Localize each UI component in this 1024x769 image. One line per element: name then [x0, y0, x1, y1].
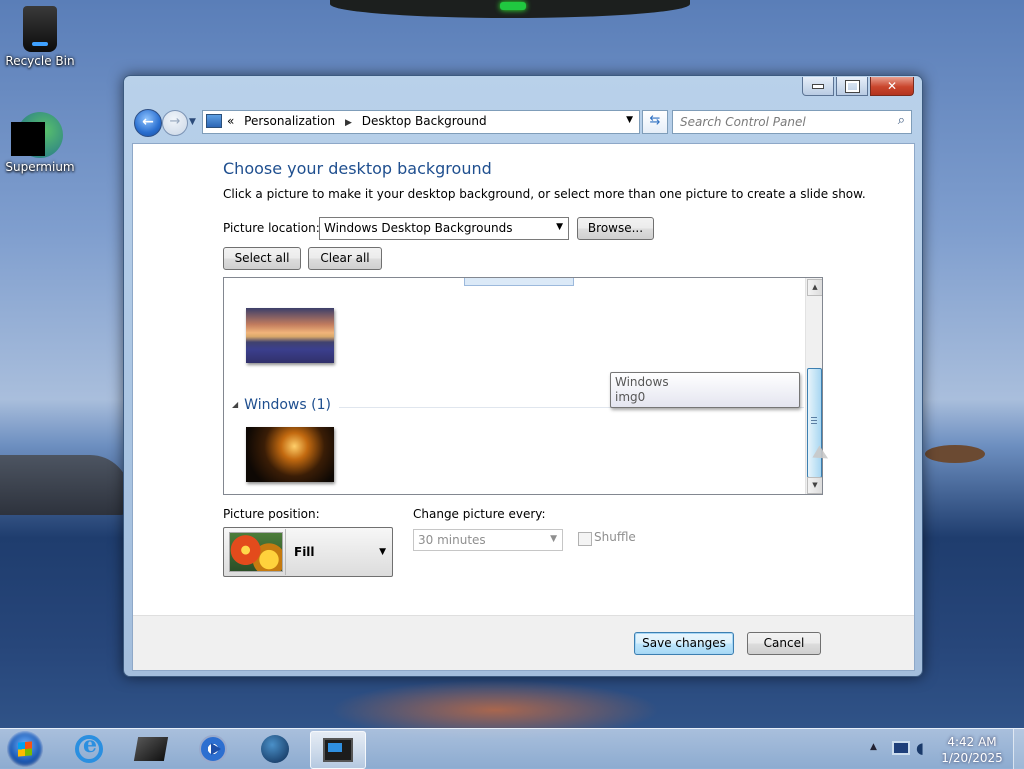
refresh-button[interactable]: ⇆: [642, 110, 668, 134]
desktop-background-window: ✕ ← → ▼ « Personalization ▶ Desktop Back…: [123, 75, 923, 677]
save-changes-button[interactable]: Save changes: [634, 632, 734, 655]
page-description: Click a picture to make it your desktop …: [223, 187, 866, 201]
close-icon: ✕: [886, 79, 898, 93]
network-icon[interactable]: [892, 741, 910, 755]
address-bar[interactable]: « Personalization ▶ Desktop Background ▼: [202, 110, 640, 134]
wallpaper-rocks-right: [925, 445, 985, 463]
search-box[interactable]: Search Control Panel ⌕: [672, 110, 912, 134]
scroll-down-icon[interactable]: ▼: [807, 477, 822, 494]
desktop-icon-label: Recycle Bin: [5, 54, 75, 68]
taskbar-app-internet-explorer[interactable]: [62, 731, 116, 767]
change-picture-label: Change picture every:: [413, 507, 546, 521]
gadget-led-indicator: [500, 2, 526, 10]
chevron-down-icon: ▼: [379, 547, 386, 557]
thumbnail-tooltip: Windows img0: [610, 372, 800, 408]
navigation-bar: ← → ▼ « Personalization ▶ Desktop Backgr…: [132, 107, 912, 137]
search-input[interactable]: Search Control Panel: [680, 115, 806, 129]
chevron-down-icon: ▼: [550, 534, 557, 544]
desktop-icon-recycle-bin[interactable]: Recycle Bin: [0, 6, 80, 68]
globe-app-icon: [261, 735, 289, 763]
change-picture-interval-select[interactable]: 30 minutes ▼: [413, 529, 563, 551]
select-all-button[interactable]: Select all: [223, 247, 301, 270]
search-icon[interactable]: ⌕: [898, 113, 905, 128]
change-picture-interval-value: 30 minutes: [418, 533, 486, 547]
collapse-triangle-icon[interactable]: ◢: [232, 400, 238, 409]
notification-area: ▲ ◖ 4:42 AM 1/20/2025: [868, 729, 1018, 769]
desktop-icon-label: Supermium: [5, 160, 75, 174]
picture-location-label: Picture location:: [223, 221, 320, 235]
show-hidden-icons-button[interactable]: ▲: [870, 742, 877, 752]
group-label: Windows (1): [244, 397, 331, 413]
picture-position-select[interactable]: Fill ▼: [223, 527, 393, 577]
scrollbar-grip-icon: [811, 417, 817, 425]
back-button[interactable]: ←: [134, 109, 162, 137]
group-header-windows[interactable]: ◢ Windows (1): [232, 397, 331, 413]
taskbar-app-display-active[interactable]: [310, 731, 366, 769]
shuffle-label: Shuffle: [594, 530, 636, 544]
taskbar-app-media-player[interactable]: [186, 731, 240, 767]
breadcrumb-overflow[interactable]: «: [227, 114, 234, 128]
cancel-button[interactable]: Cancel: [747, 632, 821, 655]
address-dropdown-icon[interactable]: ▼: [626, 115, 633, 125]
breadcrumb-personalization[interactable]: Personalization: [244, 114, 335, 128]
taskbar: ▲ ◖ 4:42 AM 1/20/2025: [0, 728, 1024, 769]
supermium-icon: [11, 112, 63, 158]
back-arrow-icon: ←: [142, 114, 154, 130]
recent-pages-dropdown-icon[interactable]: ▼: [189, 117, 196, 127]
picture-gallery[interactable]: ◢ Windows (1) Windows img0 ▲ ▼: [223, 277, 823, 495]
wallpaper-thumbnail-landscape[interactable]: [246, 308, 334, 363]
forward-button[interactable]: →: [162, 110, 188, 136]
command-footer: Save changes Cancel: [133, 616, 914, 670]
chevron-right-icon[interactable]: ▶: [345, 118, 352, 128]
desktop-icon-supermium[interactable]: Supermium: [0, 112, 80, 174]
content-pane: Choose your desktop background Click a p…: [132, 143, 915, 671]
desktop-gadget: [330, 0, 690, 18]
maximize-button[interactable]: [836, 77, 868, 96]
position-preview-image: [229, 529, 286, 575]
taskbar-app-dark-box[interactable]: [124, 731, 178, 767]
tooltip-line-1: Windows: [615, 375, 669, 389]
clock-time: 4:42 AM: [947, 735, 997, 749]
recycle-bin-icon: [23, 6, 57, 52]
start-button[interactable]: [7, 731, 43, 767]
wallpaper-thumbnail-img0[interactable]: [246, 427, 334, 482]
caption-buttons: ✕: [802, 77, 914, 96]
gallery-group-header-edge: [464, 278, 574, 286]
close-button[interactable]: ✕: [870, 77, 914, 96]
control-panel-icon: [206, 114, 222, 128]
show-desktop-button[interactable]: [1013, 729, 1024, 769]
breadcrumb-desktop-background[interactable]: Desktop Background: [362, 114, 487, 128]
display-app-icon: [323, 738, 353, 762]
volume-icon[interactable]: ◖: [916, 739, 924, 757]
clock-date: 1/20/2025: [941, 751, 1003, 765]
page-title: Choose your desktop background: [223, 159, 492, 178]
dark-box-app-icon: [133, 737, 169, 761]
system-clock[interactable]: 4:42 AM 1/20/2025: [940, 734, 1004, 766]
picture-position-label: Picture position:: [223, 507, 320, 521]
scroll-up-icon[interactable]: ▲: [807, 279, 822, 296]
wallpaper-rocks: [0, 455, 130, 515]
breadcrumb: « Personalization ▶ Desktop Background: [227, 114, 493, 128]
picture-position-value: Fill: [294, 545, 315, 559]
picture-location-select[interactable]: Windows Desktop Backgrounds ▼: [319, 217, 569, 240]
minimize-button[interactable]: [802, 77, 834, 96]
internet-explorer-icon: [75, 732, 103, 763]
tooltip-line-2: img0: [615, 390, 646, 404]
refresh-icon: ⇆: [649, 113, 661, 128]
picture-location-value: Windows Desktop Backgrounds: [324, 221, 513, 235]
clear-all-button[interactable]: Clear all: [308, 247, 382, 270]
chevron-down-icon: ▼: [556, 222, 563, 232]
media-player-icon: [199, 735, 227, 763]
forward-arrow-icon: →: [169, 114, 181, 129]
maximize-icon: [844, 79, 860, 93]
taskbar-app-globe[interactable]: [248, 731, 302, 767]
shuffle-checkbox[interactable]: [578, 532, 592, 546]
browse-button[interactable]: Browse...: [577, 217, 654, 240]
minimize-icon: [812, 83, 824, 89]
